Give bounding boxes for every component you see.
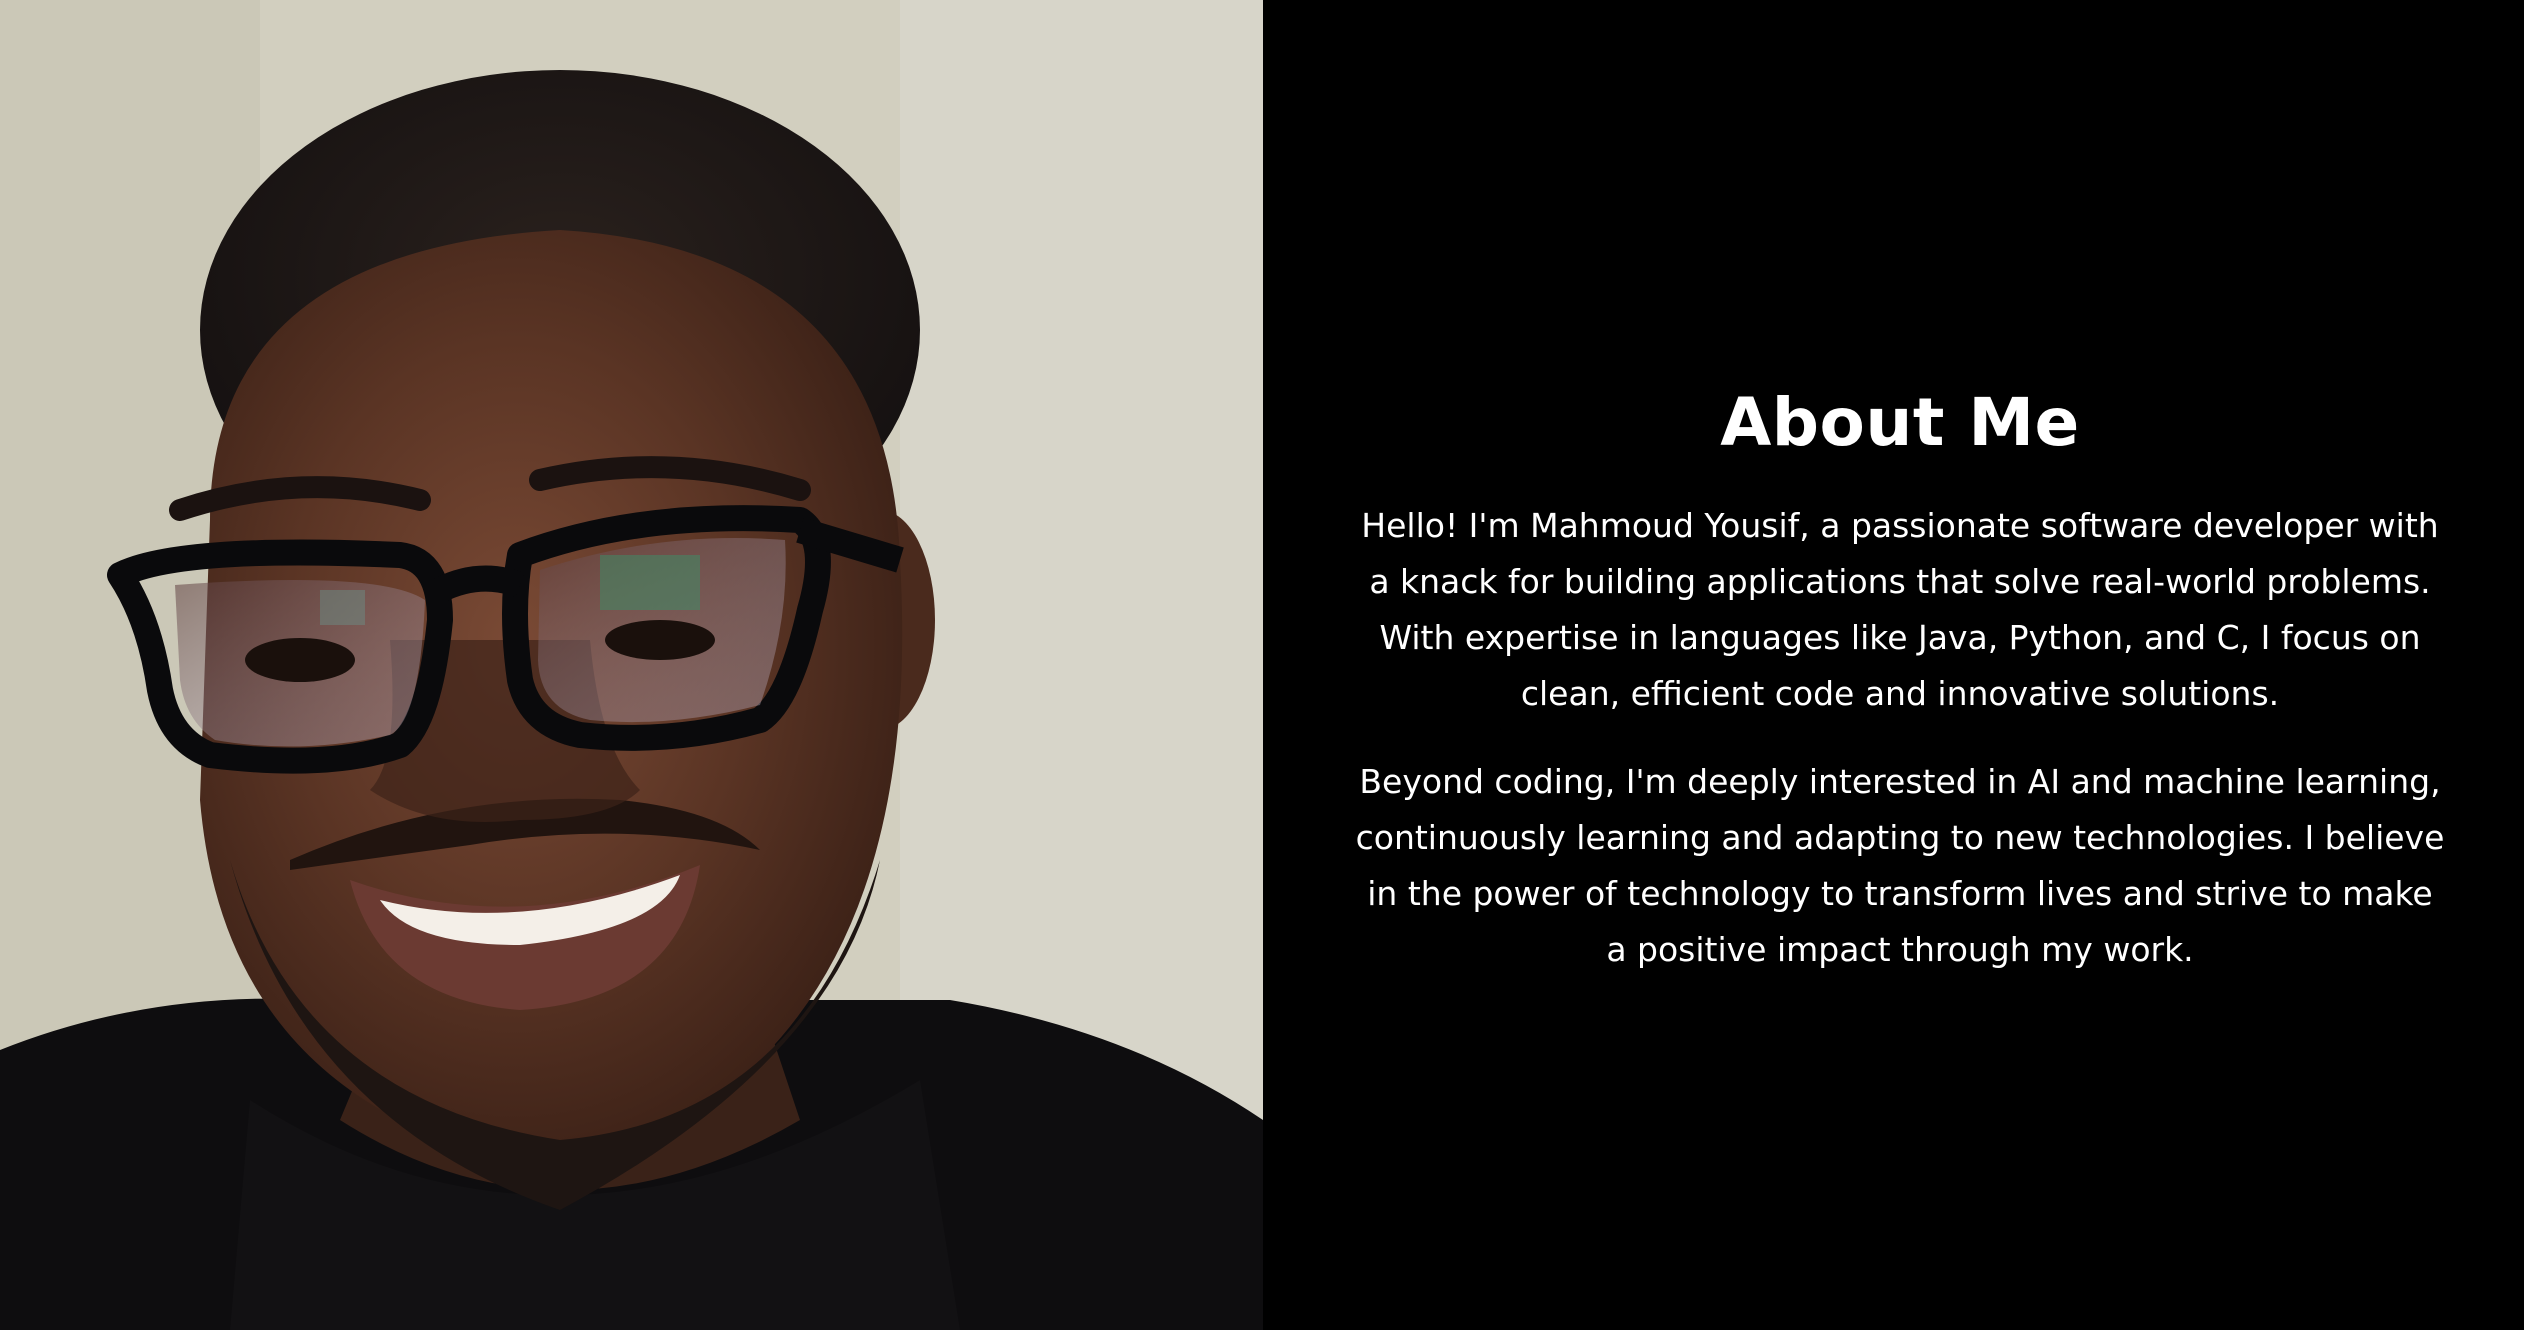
about-title: About Me <box>1720 384 2080 461</box>
about-content: About Me Hello! I'm Mahmoud Yousif, a pa… <box>1355 378 2445 1010</box>
about-paragraph-interests: Beyond coding, I'm deeply interested in … <box>1355 762 2445 969</box>
portrait-photo-icon <box>0 0 1263 1330</box>
profile-photo <box>0 0 1263 1330</box>
about-section: About Me Hello! I'm Mahmoud Yousif, a pa… <box>0 0 2524 1330</box>
about-paragraph-intro: Hello! I'm Mahmoud Yousif, a passionate … <box>1361 506 2439 713</box>
about-panel: About Me Hello! I'm Mahmoud Yousif, a pa… <box>1263 0 2524 1330</box>
